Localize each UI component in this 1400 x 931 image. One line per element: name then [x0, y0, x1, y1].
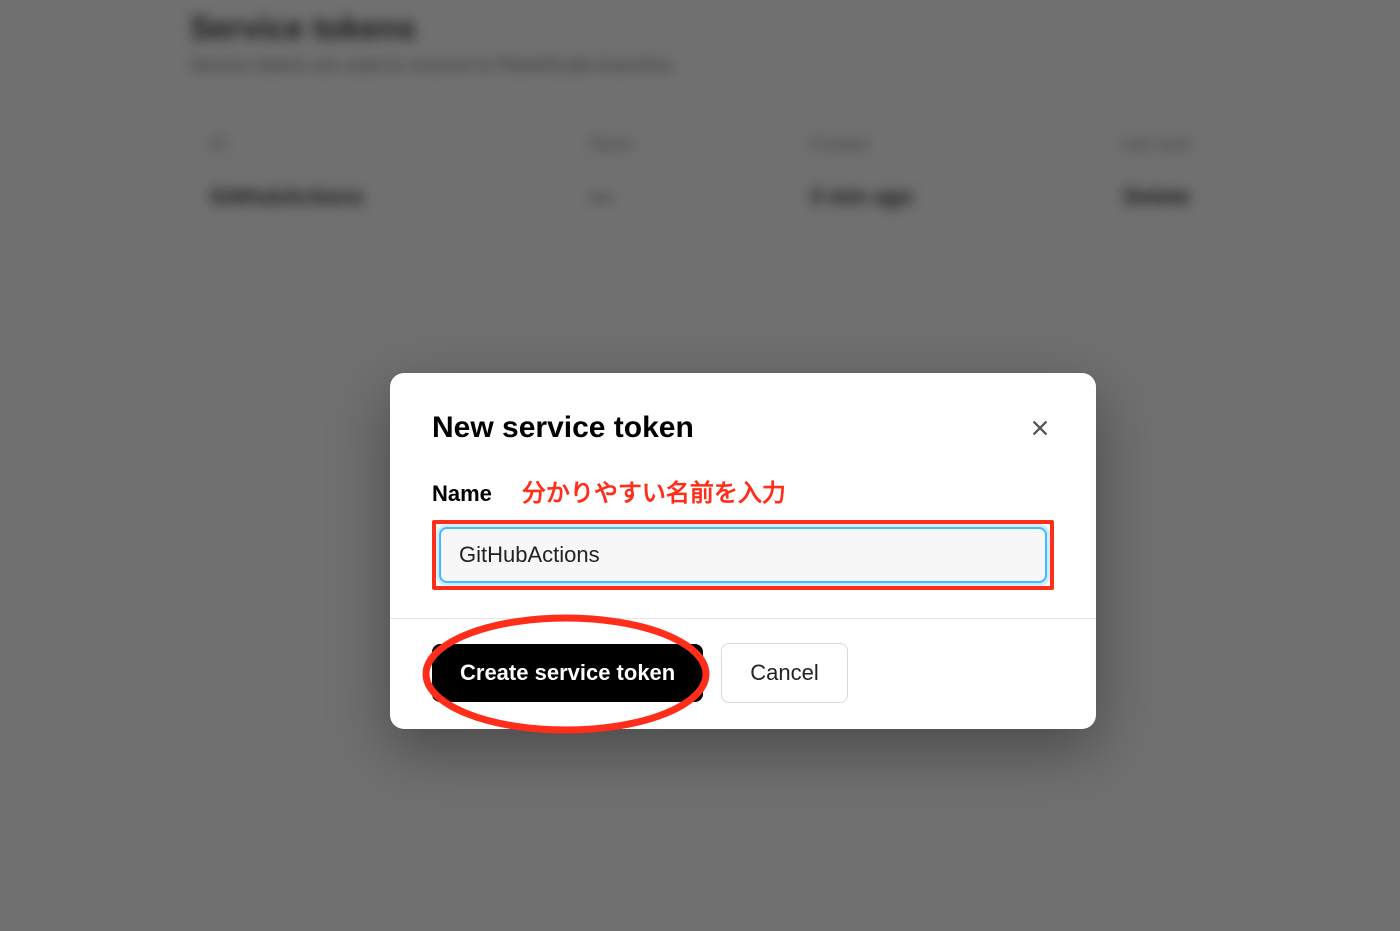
- name-input[interactable]: [439, 527, 1047, 583]
- name-field-label: Name: [432, 481, 492, 507]
- modal-title: New service token: [432, 411, 694, 445]
- annotation-input-highlight: [432, 520, 1054, 590]
- cancel-button[interactable]: Cancel: [721, 643, 847, 703]
- modal-footer: Create service token Cancel: [390, 618, 1096, 729]
- create-service-token-button[interactable]: Create service token: [432, 644, 703, 702]
- new-service-token-modal: New service token Name 分かりやすい名前を入力 Creat…: [390, 373, 1096, 729]
- annotation-name-hint: 分かりやすい名前を入力: [522, 473, 786, 508]
- close-icon[interactable]: [1026, 414, 1054, 442]
